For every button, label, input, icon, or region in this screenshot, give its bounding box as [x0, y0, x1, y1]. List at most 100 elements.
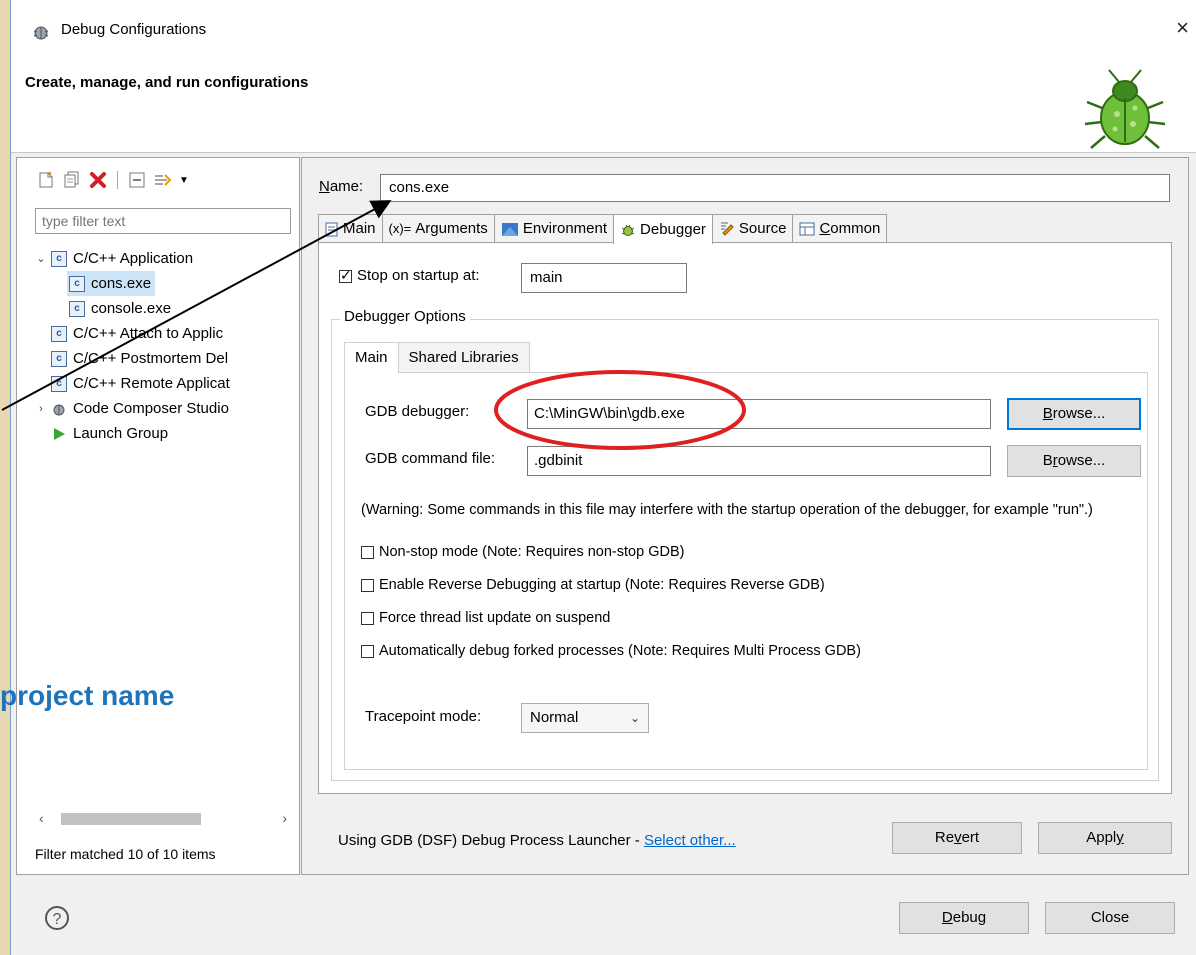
gdb-debugger-field[interactable]: C:\MinGW\bin\gdb.exe	[527, 399, 991, 429]
tree-item-label: C/C++ Attach to Applic	[73, 325, 224, 342]
configuration-list-panel: ▼ ⌄cC/C++ Application ccons.exe cconsole…	[16, 157, 300, 875]
tree-item-cpp-postmortem[interactable]: c C/C++ Postmortem Del	[33, 346, 295, 371]
option-label: Non-stop mode (Note: Requires non-stop G…	[379, 544, 685, 560]
browse-gdb-button[interactable]: Browse...	[1007, 398, 1141, 430]
tab-shared-libraries[interactable]: Shared Libraries	[397, 342, 530, 373]
delete-icon	[90, 172, 106, 188]
tab-label: Environment	[522, 220, 608, 237]
collapse-all-icon	[129, 172, 145, 188]
debug-configurations-dialog: Debug Configurations × Create, manage, a…	[10, 0, 1196, 955]
name-field[interactable]: cons.exe	[380, 174, 1170, 202]
tracepoint-mode-select[interactable]: Normal ⌄	[521, 703, 649, 733]
tree-item-label: C/C++ Application	[73, 250, 194, 267]
environment-icon	[501, 222, 518, 236]
checkbox[interactable]	[361, 644, 374, 658]
tab-environment[interactable]: Environment	[493, 214, 615, 243]
tree-item-cons-exe[interactable]: c cons.exe	[33, 271, 295, 296]
checkbox[interactable]	[361, 545, 374, 559]
gdb-debugger-label: GDB debugger:	[365, 403, 470, 420]
config-tabs: Main (x)= Arguments Environment Debugger …	[318, 214, 888, 244]
tree-item-cpp-attach[interactable]: c C/C++ Attach to Applic	[33, 321, 295, 346]
tree-item-label: C/C++ Remote Applicat	[73, 375, 230, 392]
dialog-header: Create, manage, and run configurations	[11, 60, 1196, 153]
browse-command-file-button[interactable]: Browse...	[1007, 445, 1141, 477]
gdb-command-file-field[interactable]: .gdbinit	[527, 446, 991, 476]
tree-item-launch-group[interactable]: Launch Group	[33, 421, 295, 446]
name-label: Name:	[319, 178, 364, 195]
tree-item-label: console.exe	[91, 300, 172, 317]
collapse-all-button[interactable]	[126, 169, 148, 191]
debugger-icon	[621, 224, 635, 236]
launch-group-icon	[54, 428, 65, 441]
tree-item-code-composer[interactable]: › Code Composer Studio	[33, 396, 295, 421]
stop-on-startup-row[interactable]: Stop on startup at:	[339, 267, 480, 284]
gdb-command-file-label: GDB command file:	[365, 450, 496, 467]
scroll-right-icon[interactable]: ›	[282, 810, 287, 826]
filter-input[interactable]	[35, 208, 291, 234]
horizontal-scrollbar[interactable]: ‹ ›	[35, 810, 291, 828]
checkbox[interactable]	[361, 611, 374, 625]
debugger-options-content: GDB debugger: C:\MinGW\bin\gdb.exe Brows…	[344, 372, 1148, 770]
cpp-app-icon: c	[69, 276, 85, 293]
option-force-thread-update[interactable]: Force thread list update on suspend	[361, 607, 610, 629]
tab-label: Arguments	[415, 220, 488, 237]
tab-arguments[interactable]: (x)= Arguments	[381, 214, 495, 243]
tab-main[interactable]: Main	[318, 214, 383, 243]
launcher-info: Using GDB (DSF) Debug Process Launcher -…	[338, 832, 736, 849]
apply-button[interactable]: Apply	[1038, 822, 1172, 854]
cpp-attach-icon: c	[51, 326, 67, 343]
tab-label: Debugger	[640, 220, 706, 238]
tab-source[interactable]: Source	[711, 214, 794, 243]
debug-icon	[33, 26, 49, 40]
option-debug-forked[interactable]: Automatically debug forked processes (No…	[361, 640, 861, 662]
tree-item-label: Launch Group	[73, 425, 169, 442]
option-label: Force thread list update on suspend	[379, 610, 611, 626]
tab-label: Common	[819, 220, 881, 237]
filter-menu-dropdown[interactable]: ▼	[178, 169, 190, 191]
chevron-down-icon: ⌄	[629, 711, 640, 725]
filter-configurations-button[interactable]	[152, 169, 174, 191]
tab-label: Main	[343, 220, 376, 237]
common-icon	[799, 222, 815, 236]
scrollbar-thumb[interactable]	[61, 813, 201, 825]
tracepoint-mode-value: Normal	[530, 709, 579, 726]
new-config-icon	[39, 171, 53, 188]
arguments-icon: (x)=	[388, 221, 412, 236]
tree-item-cpp-remote[interactable]: c C/C++ Remote Applicat	[33, 371, 295, 396]
annotation-project-name: project name	[0, 680, 175, 711]
tree-item-console-exe[interactable]: c console.exe	[33, 296, 295, 321]
tab-debugger[interactable]: Debugger	[613, 214, 713, 244]
delete-configuration-button[interactable]	[87, 169, 109, 191]
checkbox[interactable]	[361, 578, 374, 592]
option-non-stop-mode[interactable]: Non-stop mode (Note: Requires non-stop G…	[361, 541, 684, 563]
main-tab-icon	[325, 222, 338, 236]
window-title: Debug Configurations	[61, 21, 207, 38]
select-other-link[interactable]: Select other...	[644, 832, 736, 849]
option-label: Automatically debug forked processes (No…	[379, 643, 861, 659]
scroll-left-icon[interactable]: ‹	[39, 810, 44, 826]
cpp-app-icon: c	[69, 301, 85, 318]
duplicate-configuration-button[interactable]	[61, 169, 83, 191]
new-configuration-button[interactable]	[35, 169, 57, 191]
debugger-options-title: Debugger Options	[340, 308, 470, 325]
close-button[interactable]: Close	[1045, 902, 1175, 934]
tree-item-cpp-application[interactable]: ⌄ c C/C++ Application	[33, 246, 295, 271]
stop-on-startup-checkbox[interactable]	[339, 267, 352, 284]
debug-button[interactable]: Debug	[899, 902, 1029, 934]
help-icon[interactable]: ?	[45, 906, 69, 930]
revert-button[interactable]: Revert	[892, 822, 1022, 854]
debugger-options-tabs: Main Shared Libraries	[344, 342, 530, 373]
duplicate-icon	[64, 171, 79, 188]
option-label: Enable Reverse Debugging at startup (Not…	[379, 577, 825, 593]
chevron-right-icon[interactable]: ›	[33, 397, 49, 421]
tree-item-label: Code Composer Studio	[73, 400, 229, 417]
option-reverse-debugging[interactable]: Enable Reverse Debugging at startup (Not…	[361, 574, 825, 596]
stop-on-startup-field[interactable]: main	[521, 263, 687, 293]
tab-label: Source	[738, 220, 787, 237]
launcher-text: Using GDB (DSF) Debug Process Launcher -	[338, 832, 644, 849]
chevron-down-icon[interactable]: ⌄	[33, 247, 49, 271]
close-icon[interactable]: ×	[1176, 15, 1189, 41]
tree-item-label: C/C++ Postmortem Del	[73, 350, 229, 367]
tab-debugger-main[interactable]: Main	[344, 342, 399, 373]
tab-common[interactable]: Common	[792, 214, 888, 243]
